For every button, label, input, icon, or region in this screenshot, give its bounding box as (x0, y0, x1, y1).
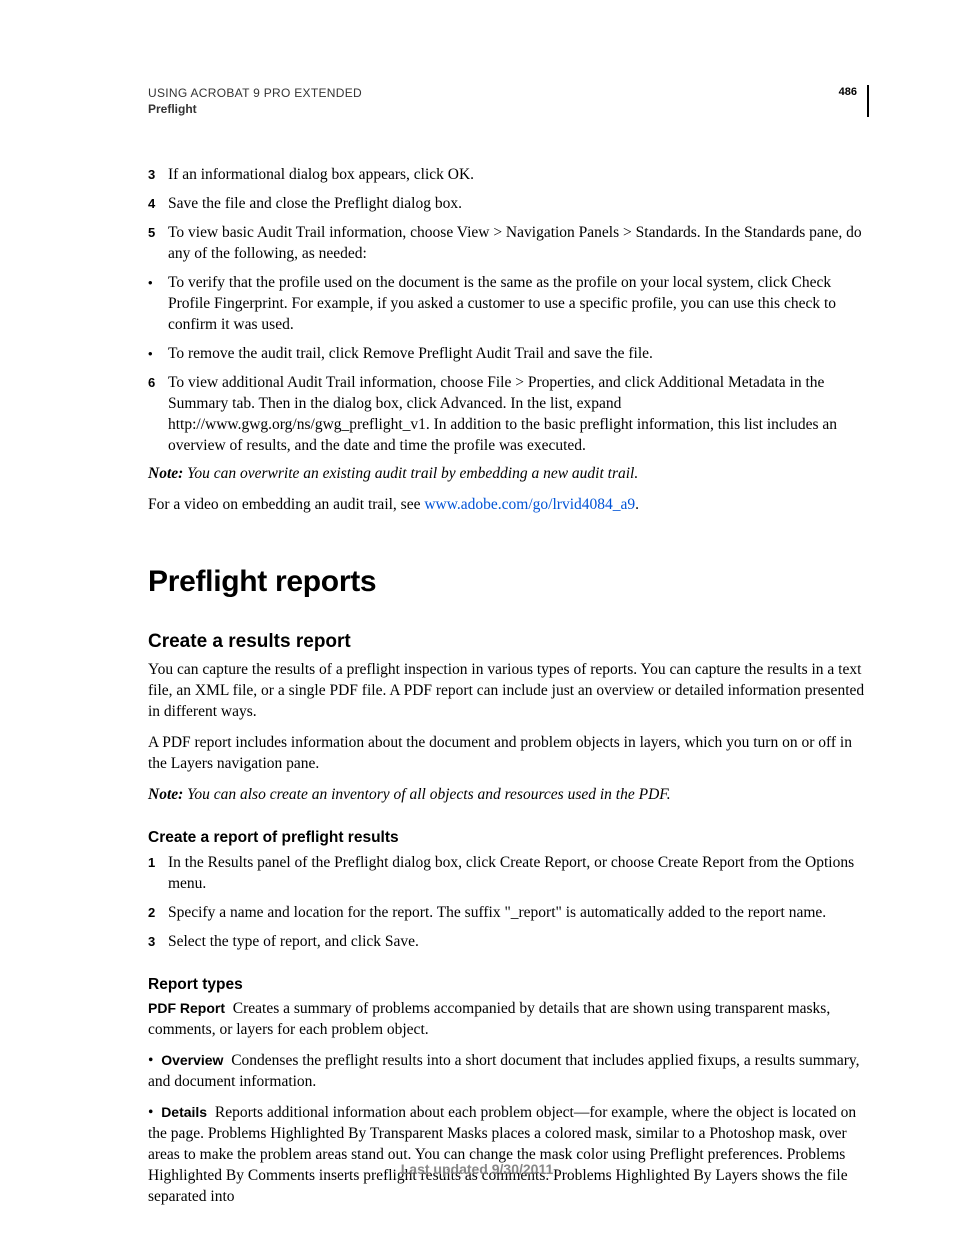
bullet-remove-audit: • To remove the audit trail, click Remov… (148, 344, 869, 365)
heading-report-types: Report types (148, 975, 869, 996)
para-capture-results: You can capture the results of a preflig… (148, 660, 869, 723)
page-footer: Last updated 9/30/2011 (0, 1160, 954, 1179)
overview-desc: • Overview Condenses the preflight resul… (148, 1051, 869, 1093)
heading-create-report-preflight: Create a report of preflight results (148, 828, 869, 849)
video-link-para: For a video on embedding an audit trail,… (148, 495, 869, 516)
header-product: USING ACROBAT 9 PRO EXTENDED (148, 85, 855, 101)
step-c2: 2 Specify a name and location for the re… (148, 903, 869, 924)
header-section: Preflight (148, 101, 855, 117)
video-link[interactable]: www.adobe.com/go/lrvid4084_a9 (424, 496, 635, 513)
note-overwrite: Note: You can overwrite an existing audi… (148, 464, 869, 485)
pdf-report-desc: PDF Report Creates a summary of problems… (148, 999, 869, 1041)
page-number: 486 (839, 85, 857, 100)
para-pdf-report-layers: A PDF report includes information about … (148, 733, 869, 775)
step-c1: 1 In the Results panel of the Preflight … (148, 853, 869, 895)
page-content: 3 If an informational dialog box appears… (148, 165, 869, 1207)
details-desc: • Details Reports additional information… (148, 1103, 869, 1208)
heading-preflight-reports: Preflight reports (148, 562, 869, 603)
note-inventory: Note: You can also create an inventory o… (148, 785, 869, 806)
bullet-profile-fingerprint: • To verify that the profile used on the… (148, 273, 869, 336)
page-header: USING ACROBAT 9 PRO EXTENDED Preflight 4… (148, 85, 869, 117)
step-5: 5 To view basic Audit Trail information,… (148, 223, 869, 265)
step-6: 6 To view additional Audit Trail informa… (148, 373, 869, 457)
step-3: 3 If an informational dialog box appears… (148, 165, 869, 186)
step-c3: 3 Select the type of report, and click S… (148, 932, 869, 953)
heading-create-results-report: Create a results report (148, 629, 869, 655)
step-4: 4 Save the file and close the Preflight … (148, 194, 869, 215)
